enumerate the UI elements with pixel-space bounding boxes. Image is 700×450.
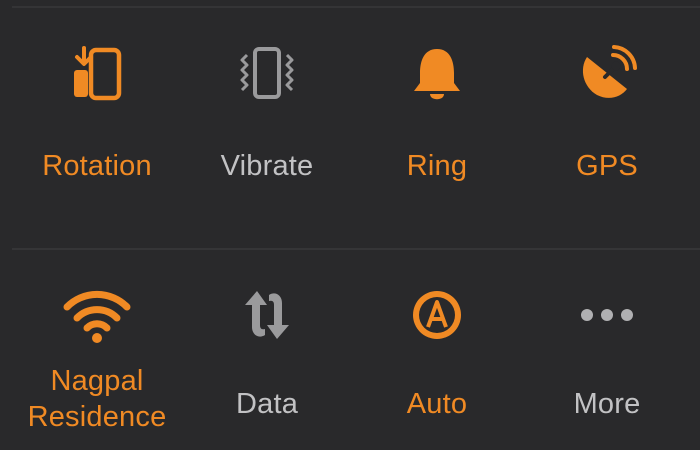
rotation-toggle[interactable]: Rotation	[12, 40, 182, 220]
ring-toggle[interactable]: Ring	[352, 40, 522, 220]
wifi-toggle[interactable]: Nagpal Residence	[12, 280, 182, 450]
more-label: More	[573, 388, 641, 420]
auto-brightness-icon	[402, 280, 472, 350]
data-sync-icon	[232, 280, 302, 350]
toggles-row-2: Nagpal Residence Data Auto More	[12, 280, 692, 450]
wifi-label-line-1: Nagpal	[50, 365, 144, 397]
ring-label: Ring	[406, 150, 468, 182]
rotation-icon	[62, 40, 132, 110]
more-icon	[572, 280, 642, 350]
bell-icon	[402, 40, 472, 110]
quick-settings-panel: Rotation Vibrate Ring GPS Nagpal Residen…	[0, 0, 700, 450]
toggles-row-1: Rotation Vibrate Ring GPS	[12, 40, 692, 220]
gps-toggle[interactable]: GPS	[522, 40, 692, 220]
vibrate-icon	[232, 40, 302, 110]
data-label: Data	[235, 388, 299, 420]
auto-brightness-toggle[interactable]: Auto	[352, 280, 522, 450]
wifi-icon	[62, 280, 132, 350]
vibrate-label: Vibrate	[220, 150, 314, 182]
rotation-label: Rotation	[42, 150, 152, 182]
vibrate-toggle[interactable]: Vibrate	[182, 40, 352, 220]
more-button[interactable]: More	[522, 280, 692, 450]
auto-label: Auto	[406, 388, 468, 420]
satellite-dish-icon	[572, 40, 642, 110]
data-toggle[interactable]: Data	[182, 280, 352, 450]
top-divider	[12, 6, 700, 8]
wifi-label: Nagpal Residence	[28, 363, 167, 435]
wifi-label-line-2: Residence	[27, 401, 167, 433]
gps-label: GPS	[576, 150, 638, 182]
middle-divider	[12, 248, 700, 250]
